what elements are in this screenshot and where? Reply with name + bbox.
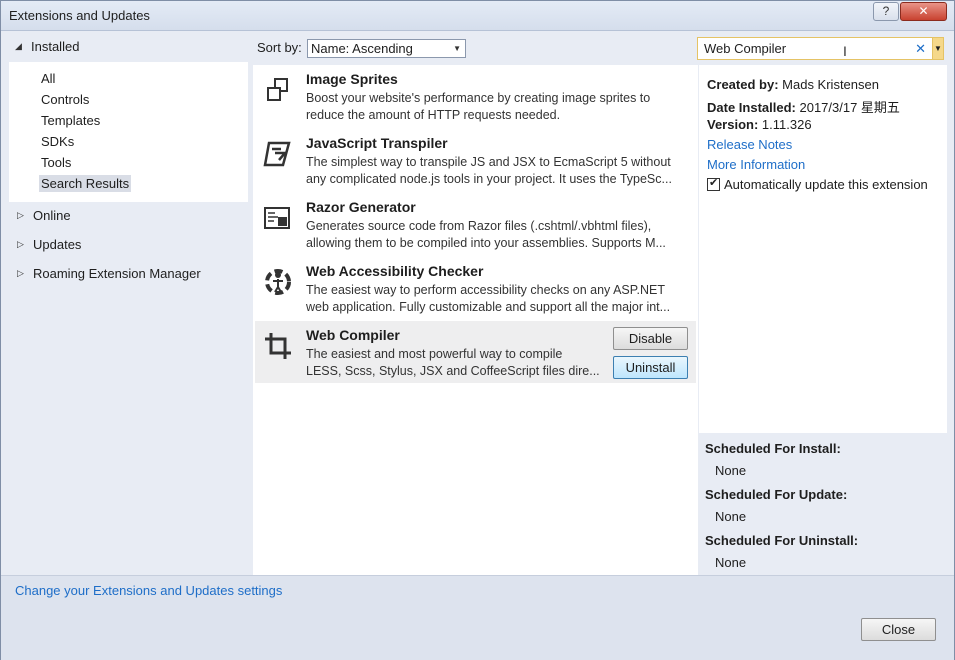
list-item[interactable]: Image Sprites Boost your website's perfo… — [255, 65, 696, 127]
extension-name: JavaScript Transpiler — [306, 135, 448, 151]
text-cursor-icon: I — [843, 43, 847, 59]
nav-installed[interactable]: ◢ Installed — [15, 39, 79, 54]
nav-item-sdks[interactable]: SDKs — [39, 133, 76, 150]
date-installed: Date Installed: 2017/3/17 星期五 — [707, 100, 900, 115]
extension-description: The easiest way to perform accessibility… — [306, 283, 671, 314]
dropdown-arrow-icon: ▼ — [453, 44, 461, 53]
collapsed-triangle-icon: ▷ — [17, 210, 24, 220]
sort-dropdown[interactable]: Name: Ascending ▼ — [307, 39, 466, 58]
extension-description: The simplest way to transpile JS and JSX… — [306, 155, 672, 186]
schedule-panel: Scheduled For Install: None Scheduled Fo… — [699, 433, 947, 575]
window-close-button[interactable]: ✕ — [900, 2, 947, 21]
category-nav: ◢ Installed All Controls Templates SDKs … — [1, 32, 253, 574]
razor-generator-icon — [264, 207, 290, 229]
accessibility-checker-icon — [265, 269, 291, 295]
extension-details: Created by: Mads Kristensen Date Install… — [699, 65, 947, 433]
extension-name: Web Compiler — [306, 327, 400, 343]
scheduled-update-value: None — [715, 509, 747, 524]
nav-item-all[interactable]: All — [39, 70, 57, 87]
extensions-dialog: Extensions and Updates ? ✕ ◢ Installed A… — [0, 0, 955, 660]
created-by: Created by: Mads Kristensen — [707, 77, 879, 92]
extension-description: Generates source code from Razor files (… — [306, 219, 666, 250]
more-information-link[interactable]: More Information — [707, 157, 805, 172]
scheduled-install-label: Scheduled For Install: — [705, 441, 841, 456]
nav-roaming[interactable]: ▷ Roaming Extension Manager — [17, 266, 201, 281]
web-compiler-icon — [265, 333, 291, 359]
nav-item-tools[interactable]: Tools — [39, 154, 73, 171]
sort-label: Sort by: — [257, 40, 302, 55]
settings-link[interactable]: Change your Extensions and Updates setti… — [15, 583, 282, 598]
list-item-selected[interactable]: Web Compiler The easiest and most powerf… — [255, 321, 696, 383]
scheduled-update-label: Scheduled For Update: — [705, 487, 848, 502]
extension-name: Razor Generator — [306, 199, 416, 215]
scheduled-uninstall-label: Scheduled For Uninstall: — [705, 533, 859, 548]
extension-list: Image Sprites Boost your website's perfo… — [253, 65, 698, 575]
image-sprites-icon — [267, 78, 288, 101]
list-item[interactable]: Razor Generator Generates source code fr… — [255, 193, 696, 255]
nav-item-search-results[interactable]: Search Results — [39, 175, 132, 192]
scheduled-uninstall-value: None — [715, 555, 747, 570]
collapsed-triangle-icon: ▷ — [17, 268, 24, 278]
extension-description: The easiest and most powerful way to com… — [306, 347, 600, 378]
release-notes-link[interactable]: Release Notes — [707, 137, 792, 152]
disable-button[interactable]: Disable — [613, 327, 688, 350]
extension-name: Image Sprites — [306, 71, 398, 87]
list-item[interactable]: JavaScript Transpiler The simplest way t… — [255, 129, 696, 191]
nav-item-controls[interactable]: Controls — [39, 91, 91, 108]
scheduled-install-value: None — [715, 463, 747, 478]
uninstall-button[interactable]: Uninstall — [613, 356, 688, 379]
list-item[interactable]: Web Accessibility Checker The easiest wa… — [255, 257, 696, 319]
clear-search-icon[interactable]: ✕ — [915, 38, 926, 59]
version: Version: 1.11.326 — [707, 117, 812, 132]
help-button[interactable]: ? — [873, 2, 899, 21]
search-dropdown-arrow-icon[interactable]: ▼ — [932, 37, 944, 60]
nav-online[interactable]: ▷ Online — [17, 208, 71, 223]
dialog-footer: Change your Extensions and Updates setti… — [1, 575, 954, 660]
nav-item-templates[interactable]: Templates — [39, 112, 102, 129]
transpiler-icon — [263, 141, 291, 167]
extension-name: Web Accessibility Checker — [306, 263, 484, 279]
auto-update-checkbox[interactable]: ✔ Automatically update this extension — [707, 177, 928, 192]
nav-updates[interactable]: ▷ Updates — [17, 237, 81, 252]
search-input[interactable]: Web Compiler I ✕ — [697, 37, 933, 60]
checkbox-checked-icon[interactable]: ✔ — [707, 177, 720, 191]
collapsed-triangle-icon: ▷ — [17, 239, 24, 249]
window-title: Extensions and Updates — [9, 8, 150, 23]
installed-subcategories: All Controls Templates SDKs Tools Search… — [9, 62, 248, 202]
expanded-triangle-icon: ◢ — [15, 41, 22, 51]
title-bar: Extensions and Updates ? ✕ — [1, 1, 954, 31]
extension-description: Boost your website's performance by crea… — [306, 91, 651, 122]
close-button[interactable]: Close — [861, 618, 936, 641]
